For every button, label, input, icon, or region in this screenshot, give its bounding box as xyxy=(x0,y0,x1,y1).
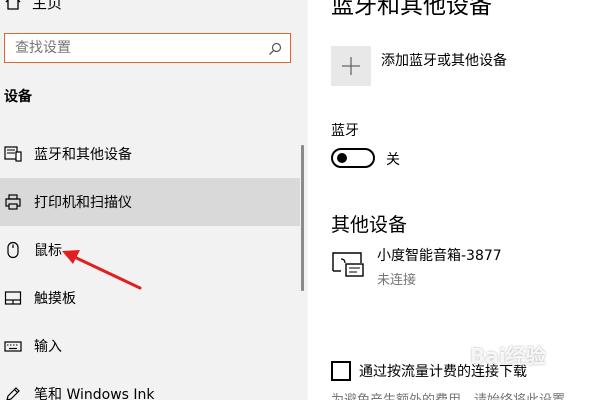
wireless-display-icon xyxy=(332,252,364,277)
page-title: 蓝牙和其他设备 xyxy=(331,0,492,19)
device-item[interactable]: 小度智能音箱-3877 未连接 xyxy=(331,245,502,288)
touchpad-icon xyxy=(4,291,22,305)
home-nav-item[interactable]: 主页 xyxy=(4,0,62,13)
search-icon[interactable] xyxy=(268,42,282,56)
bluetooth-toggle[interactable] xyxy=(331,148,375,168)
printer-icon xyxy=(5,194,21,210)
sidebar: 主页 设备 蓝牙和其他设备 打印机和扫描仪 xyxy=(0,0,307,400)
sidebar-item-label: 蓝牙和其他设备 xyxy=(34,147,132,163)
divider xyxy=(307,0,308,400)
plus-icon xyxy=(342,57,360,75)
add-device-button[interactable]: 添加蓝牙或其他设备 xyxy=(331,46,507,86)
other-devices-heading: 其他设备 xyxy=(331,214,408,236)
sidebar-item-printers[interactable]: 打印机和扫描仪 xyxy=(0,178,300,226)
device-status: 未连接 xyxy=(377,273,417,288)
sidebar-item-label: 笔和 Windows Ink xyxy=(34,387,155,400)
home-icon xyxy=(5,0,21,10)
pen-icon xyxy=(6,387,20,400)
add-device-label[interactable]: 添加蓝牙或其他设备 xyxy=(381,50,507,70)
sidebar-item-pen[interactable]: 笔和 Windows Ink xyxy=(0,370,300,400)
sidebar-scrollbar[interactable] xyxy=(301,145,304,291)
search-box[interactable] xyxy=(4,33,291,63)
mouse-icon xyxy=(7,241,19,259)
bluetooth-label: 蓝牙 xyxy=(331,123,359,139)
sidebar-item-label: 打印机和扫描仪 xyxy=(34,195,132,211)
metered-note: 为避免产生额外的费用，请始终将此设置 xyxy=(331,389,565,400)
toggle-knob xyxy=(337,153,347,163)
device-info: 小度智能音箱-3877 未连接 xyxy=(377,245,502,288)
keyboard-icon xyxy=(4,341,22,352)
metered-checkbox[interactable] xyxy=(331,361,351,381)
annotation-arrow xyxy=(62,250,142,290)
section-heading: 设备 xyxy=(4,89,32,105)
add-tile[interactable] xyxy=(331,46,371,86)
bluetooth-devices-icon xyxy=(4,146,22,162)
sidebar-item-label: 输入 xyxy=(34,339,62,355)
watermark-logo: Bai经验 xyxy=(470,344,546,368)
device-name: 小度智能音箱-3877 xyxy=(377,248,502,264)
bluetooth-state: 关 xyxy=(386,152,400,168)
home-label: 主页 xyxy=(32,0,63,12)
search-input[interactable] xyxy=(5,34,290,62)
sidebar-item-typing[interactable]: 输入 xyxy=(0,322,300,370)
sidebar-item-bluetooth[interactable]: 蓝牙和其他设备 xyxy=(0,130,300,178)
